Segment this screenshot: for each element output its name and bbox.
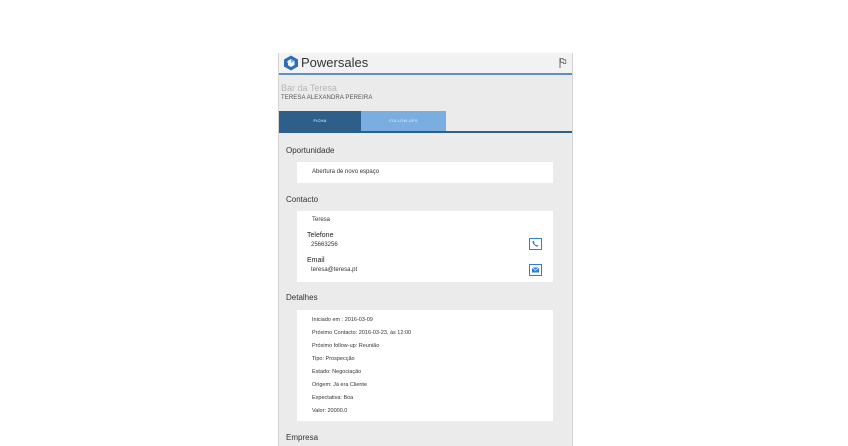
phone-value: 25663256 [311,242,338,248]
detail-origem: Origem: Já era Cliente [312,382,368,388]
app-bar: Powersales [279,53,572,75]
section-title-oportunidade: Oportunidade [286,146,335,155]
flag-icon[interactable] [559,58,567,68]
section-title-empresa: Empresa [286,433,319,442]
detail-estado: Estado: Negociação [312,369,362,375]
client-person: TERESA ALEXANDRA PEREIRA [281,95,373,101]
phone-icon[interactable] [529,238,542,250]
email-value: teresa@teresa.pt [311,267,358,273]
oportunidade-value: Abertura de novo espaço [312,169,380,175]
phone-label: Telefone [307,232,334,239]
client-name: Bar da Teresa [281,83,337,93]
detail-tipo: Tipo: Prospecção [312,356,355,362]
detail-expectativa: Expectativa: Boa [312,395,354,401]
detalhes-card: Iniciado em : 2016-03-09 Próximo Contact… [297,310,553,421]
app-title: Powersales [301,55,369,70]
detail-proximo-contacto: Próximo Contacto: 2016-03-23, às 12:00 [312,330,412,336]
detail-valor: Valor: 20000.0 [312,408,348,414]
tab-bar: FICHA FOLLOW-UPS [279,111,572,133]
detail-iniciado: Iniciado em : 2016-03-09 [312,317,373,323]
app-screen: Powersales Bar da Teresa TERESA ALEXANDR… [278,53,573,446]
contacto-card: Teresa Telefone 25663256 Email teresa@te… [297,211,553,282]
oportunidade-card[interactable]: Abertura de novo espaço [297,162,553,183]
tab-ficha[interactable]: FICHA [279,111,361,131]
powersales-logo-icon[interactable] [283,55,299,71]
email-icon[interactable] [529,264,542,276]
tab-follow-ups[interactable]: FOLLOW-UPS [361,111,446,131]
contact-name: Teresa [312,217,331,223]
email-label: Email [307,257,325,264]
section-title-contacto: Contacto [286,195,319,204]
detail-proximo-follow-up: Próximo follow-up: Reunião [312,343,380,349]
section-title-detalhes: Detalhes [286,293,318,302]
